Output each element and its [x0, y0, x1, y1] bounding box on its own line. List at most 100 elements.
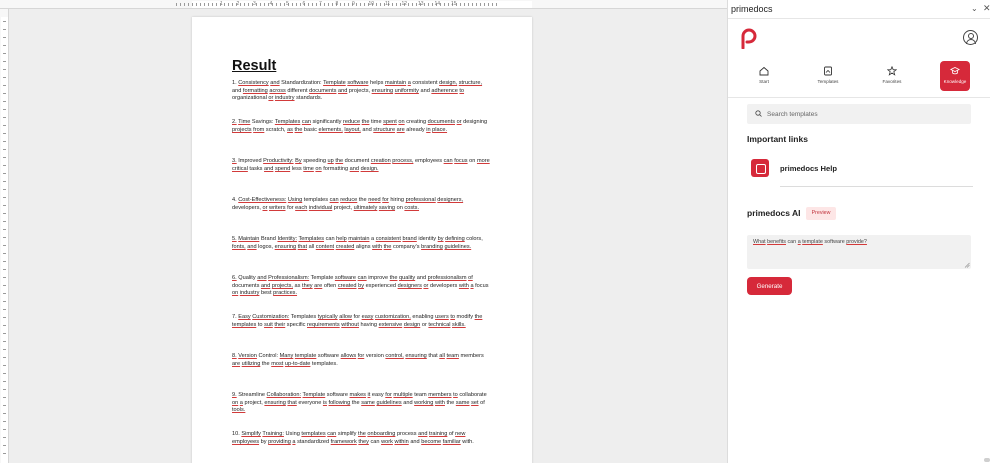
vertical-ruler[interactable]	[0, 9, 9, 463]
ruler-number: 9	[352, 1, 355, 7]
ruler-tick	[3, 397, 6, 398]
ruler-tick	[184, 3, 185, 6]
nav-start-label: Start	[759, 79, 769, 84]
ruler-tick	[3, 53, 6, 54]
ruler-tick	[308, 3, 309, 6]
ruler-tick	[3, 413, 6, 414]
ruler-tick	[228, 3, 229, 6]
ruler-tick	[460, 3, 461, 6]
ruler-tick	[360, 3, 361, 6]
document-page[interactable]: Result 1. Consistency and Standardizatio…	[192, 17, 532, 463]
ruler-tick	[316, 3, 317, 6]
list-item: 10. Simplify Training: Using templates c…	[232, 431, 474, 445]
star-icon	[887, 66, 897, 76]
ruler-number: 13	[418, 1, 424, 7]
ruler-tick	[292, 3, 293, 6]
ruler-number: 15	[451, 1, 457, 7]
ruler-tick	[3, 373, 6, 374]
list-item: 1. Consistency and Standardization: Temp…	[232, 80, 483, 102]
ruler-tick	[444, 3, 445, 6]
nav-start[interactable]: Start	[749, 61, 779, 91]
ruler-tick	[192, 3, 193, 6]
ruler-tick	[492, 3, 493, 6]
help-link[interactable]: primedocs Help	[747, 156, 973, 187]
ruler-tick	[3, 61, 6, 62]
nav-favorites[interactable]: Favorites	[877, 61, 907, 91]
list-item: 9. Streamline Collaboration: Template so…	[232, 392, 487, 414]
ruler-tick	[484, 3, 485, 6]
close-icon[interactable]: ✕	[983, 3, 990, 14]
ruler-tick	[3, 309, 6, 310]
chevron-down-icon[interactable]: ⌄	[971, 4, 978, 13]
ruler-tick	[496, 3, 497, 6]
ai-prompt-input[interactable]: What benefits can a template software pr…	[747, 235, 971, 269]
ruler-tick	[328, 3, 329, 6]
ruler-tick	[312, 3, 313, 6]
ruler-tick	[380, 3, 381, 6]
horizontal-ruler[interactable]: 1 2 3 4 5 6 7 8 9 10 11 12 13 14 15	[0, 0, 727, 9]
ruler-number: 8	[335, 1, 339, 7]
ruler-tick	[208, 3, 209, 6]
ruler-tick	[248, 3, 249, 6]
ruler-tick	[416, 3, 417, 6]
ruler-tick	[3, 117, 6, 118]
ruler-tick	[344, 3, 345, 6]
list-item: 6. Quality and Professionalism: Template…	[232, 275, 489, 297]
ruler-tick	[216, 3, 217, 6]
ruler-tick	[224, 3, 225, 6]
ruler-tick	[3, 109, 6, 110]
ruler-tick	[480, 3, 481, 6]
ruler-tick	[3, 149, 6, 150]
ruler-tick	[3, 245, 6, 246]
ruler-tick	[3, 277, 6, 278]
ruler-tick	[448, 3, 449, 6]
ruler-tick	[3, 205, 6, 206]
ruler-tick	[196, 3, 197, 6]
primedocs-logo	[741, 28, 757, 49]
scrollbar[interactable]	[984, 458, 990, 462]
ruler-tick	[3, 341, 6, 342]
ruler-tick	[3, 213, 6, 214]
ruler-tick	[260, 3, 261, 6]
list-item: 4. Cost-Effectiveness: Using templates c…	[232, 197, 464, 211]
search-box[interactable]	[747, 104, 971, 124]
ruler-tick	[3, 93, 6, 94]
ruler-tick	[428, 3, 429, 6]
resize-handle-icon[interactable]	[964, 262, 970, 268]
search-input[interactable]	[767, 107, 963, 121]
ruler-tick	[472, 3, 473, 6]
ruler-tick	[3, 301, 6, 302]
nav-templates-label: Templates	[817, 79, 839, 84]
document-area: 1 2 3 4 5 6 7 8 9 10 11 12 13 14 15 Result 1. Consiste…	[0, 0, 727, 463]
ruler-number: 2	[236, 1, 240, 7]
ruler-tick	[3, 29, 6, 30]
primedocs-panel: primedocs ⌄ ✕ Start Templates Favorites	[727, 0, 990, 463]
ruler-tick	[3, 285, 6, 286]
ruler-tick	[176, 3, 177, 6]
benefits-list: 1. Consistency and Standardization: Temp…	[232, 80, 490, 463]
nav-templates[interactable]: Templates	[813, 61, 843, 91]
account-icon[interactable]	[963, 30, 978, 45]
ruler-tick	[300, 3, 301, 6]
ruler-number: 12	[401, 1, 408, 7]
ruler-tick	[3, 141, 6, 142]
generate-button[interactable]: Generate	[747, 277, 792, 295]
help-link-label: primedocs Help	[780, 164, 837, 173]
ruler-number: 3	[253, 1, 256, 7]
ruler-tick	[3, 221, 6, 222]
ruler-tick	[3, 349, 6, 350]
ruler-tick	[340, 3, 341, 6]
ruler-tick	[464, 3, 465, 6]
ruler-tick	[396, 3, 397, 6]
nav-favorites-label: Favorites	[882, 79, 902, 84]
ruler-number: 14	[434, 1, 441, 7]
ruler-tick	[3, 317, 6, 318]
graduation-cap-icon	[950, 67, 960, 75]
ruler-tick	[3, 389, 6, 390]
ruler-tick	[324, 3, 325, 6]
home-icon	[759, 66, 769, 76]
ruler-tick	[3, 173, 6, 174]
nav-knowledge[interactable]: Knowledge	[940, 61, 970, 91]
ruler-tick	[408, 3, 409, 6]
ruler-tick	[204, 3, 205, 6]
